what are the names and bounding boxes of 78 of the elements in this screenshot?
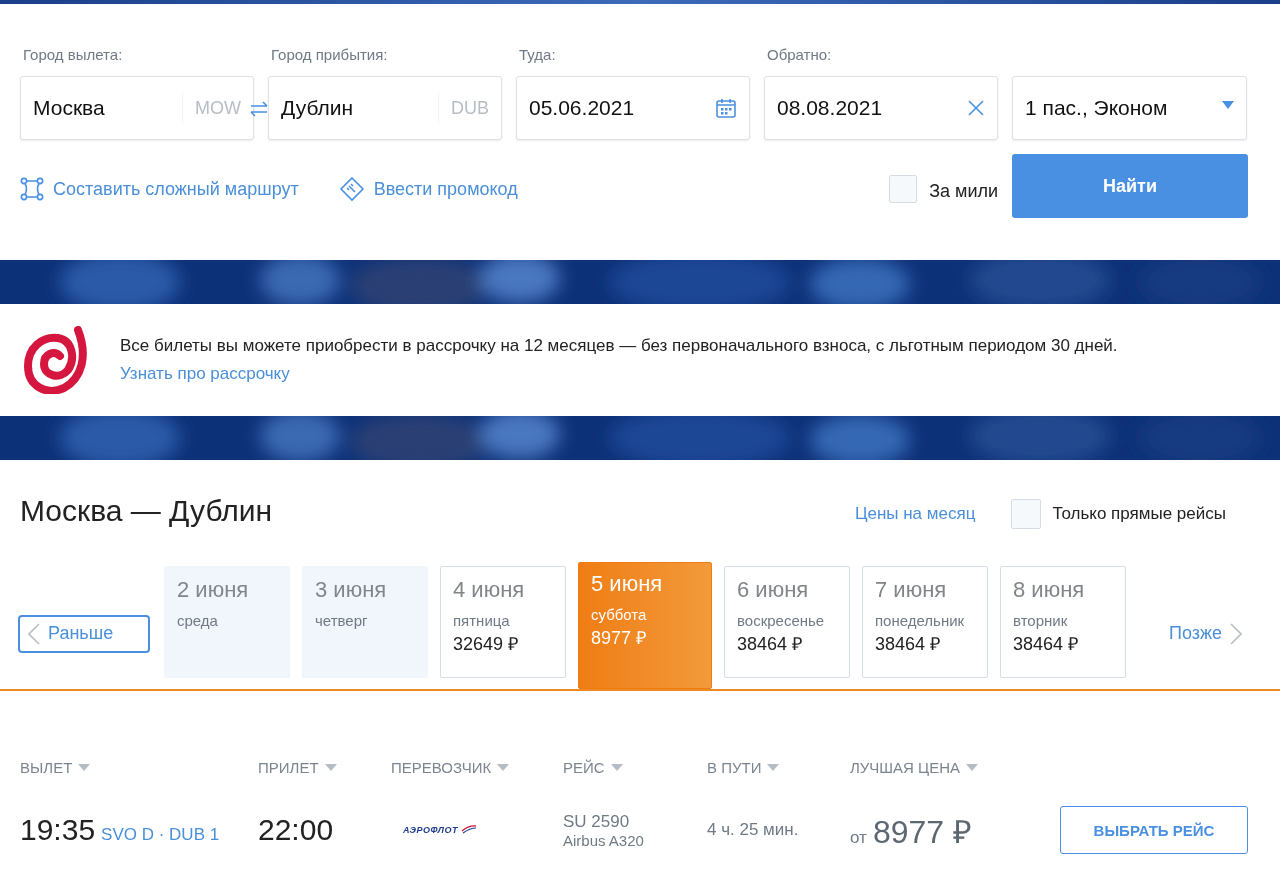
sort-caret-icon [324,764,337,771]
date-tab[interactable]: 5 июня суббота 8977 ₽ [578,562,712,689]
ticket-icon [338,176,365,202]
field-label: Город вылета: [23,45,124,65]
price-label: 8977 ₽ [591,627,648,649]
route-icon [20,177,44,201]
earlier-button[interactable]: Раньше [18,614,150,653]
checkbox[interactable] [1011,499,1042,529]
route-title: Москва — Дублин [20,494,274,528]
checkbox-label: За мили [929,180,998,202]
date-tab[interactable]: 7 июня понедельник 38464 ₽ [862,566,988,678]
column-header[interactable]: РЕЙС [563,759,707,776]
price-label: 32649 ₽ [453,633,520,655]
sort-caret-icon [610,764,623,771]
date-field[interactable]: 05.06.2021 [516,76,750,140]
link[interactable]: Составить сложный маршрут [20,177,299,201]
date-label: 5 июня [591,571,664,597]
date-label: 2 июня [177,577,250,603]
date-tab[interactable]: 6 июня воскресенье 38464 ₽ [724,566,850,678]
sort-caret-icon [497,764,510,771]
sort-caret-icon [966,764,979,771]
date-tab[interactable]: 4 июня пятница 32649 ₽ [440,566,566,678]
price-label: 8977 ₽ [872,812,972,852]
wing-icon [461,825,477,835]
duration-label: 4 ч. 25 мин. [707,820,800,840]
weekday-label: пятница [453,612,511,629]
weekday-label: среда [177,612,219,629]
city-field[interactable]: Москва MOW [20,76,254,140]
select-flight-button[interactable]: ВЫБРАТЬ РЕЙС [1060,806,1248,854]
weekday-label: суббота [591,606,648,623]
passenger-select[interactable]: 1 пас., Эконом [1012,76,1247,140]
date-tab[interactable]: 8 июня вторник 38464 ₽ [1000,566,1126,678]
field-label: Туда: [519,45,557,65]
calendar-icon [715,97,737,119]
sort-caret-icon [767,764,780,771]
aircraft-label: Airbus A320 [563,831,645,849]
price-label: 38464 ₽ [737,633,804,655]
later-link[interactable]: Позже [1168,622,1242,645]
weekday-label: воскресенье [737,612,826,629]
column-header[interactable]: В ПУТИ [707,759,850,776]
column-header[interactable]: ВЫЛЕТ [20,759,258,776]
arrival-time: 22:00 [258,813,335,847]
weekday-label: понедельник [875,612,966,629]
departure-time: 19:35 [20,813,96,847]
link[interactable]: Ввести промокод [338,176,518,202]
sort-caret-icon [78,764,91,771]
date-field[interactable]: 08.08.2021 [764,76,998,140]
city-field[interactable]: Дублин DUB [268,76,502,140]
field-label: Обратно: [767,45,833,65]
swap-icon[interactable] [249,101,269,117]
date-label: 4 июня [453,577,526,603]
price-label: 38464 ₽ [1013,633,1080,655]
spiral-logo-icon [24,326,88,394]
installment-link[interactable]: Узнать про рассрочку [120,364,290,383]
field-label: Город прибытия: [271,45,389,65]
carrier-logo-text: АЭРОФЛОТ [403,825,458,835]
month-prices-link[interactable]: Цены на месяц [854,504,976,524]
chevron-right-icon [1230,622,1242,645]
find-button[interactable]: Найти [1012,154,1248,218]
date-label: 6 июня [737,577,810,603]
weekday-label: четверг [315,612,369,629]
airports-link[interactable]: SVO D · DUB 1 [101,825,220,845]
date-label: 7 июня [875,577,948,603]
column-header[interactable]: ПЕРЕВОЗЧИК [391,759,563,776]
date-label: 8 июня [1013,577,1086,603]
weekday-label: вторник [1013,612,1069,629]
checkbox-label: Только прямые рейсы [1052,504,1226,524]
date-label: 3 июня [315,577,388,603]
checkbox[interactable] [889,175,918,203]
column-header[interactable]: ЛУЧШАЯ ЦЕНА [850,759,1060,776]
column-header[interactable]: ПРИЛЕТ [258,759,391,776]
clear-icon [967,99,985,117]
chevron-left-icon [28,622,40,645]
price-label: 38464 ₽ [875,633,942,655]
installment-text: Все билеты вы можете приобрести в рассрочку на 12 месяцев — без первоначального взноса, с льготным периодом 30 дней. [120,336,1118,356]
dropdown-caret-icon [1222,101,1234,109]
flight-number: SU 2590 [563,811,631,832]
price-prefix: от [850,827,867,848]
